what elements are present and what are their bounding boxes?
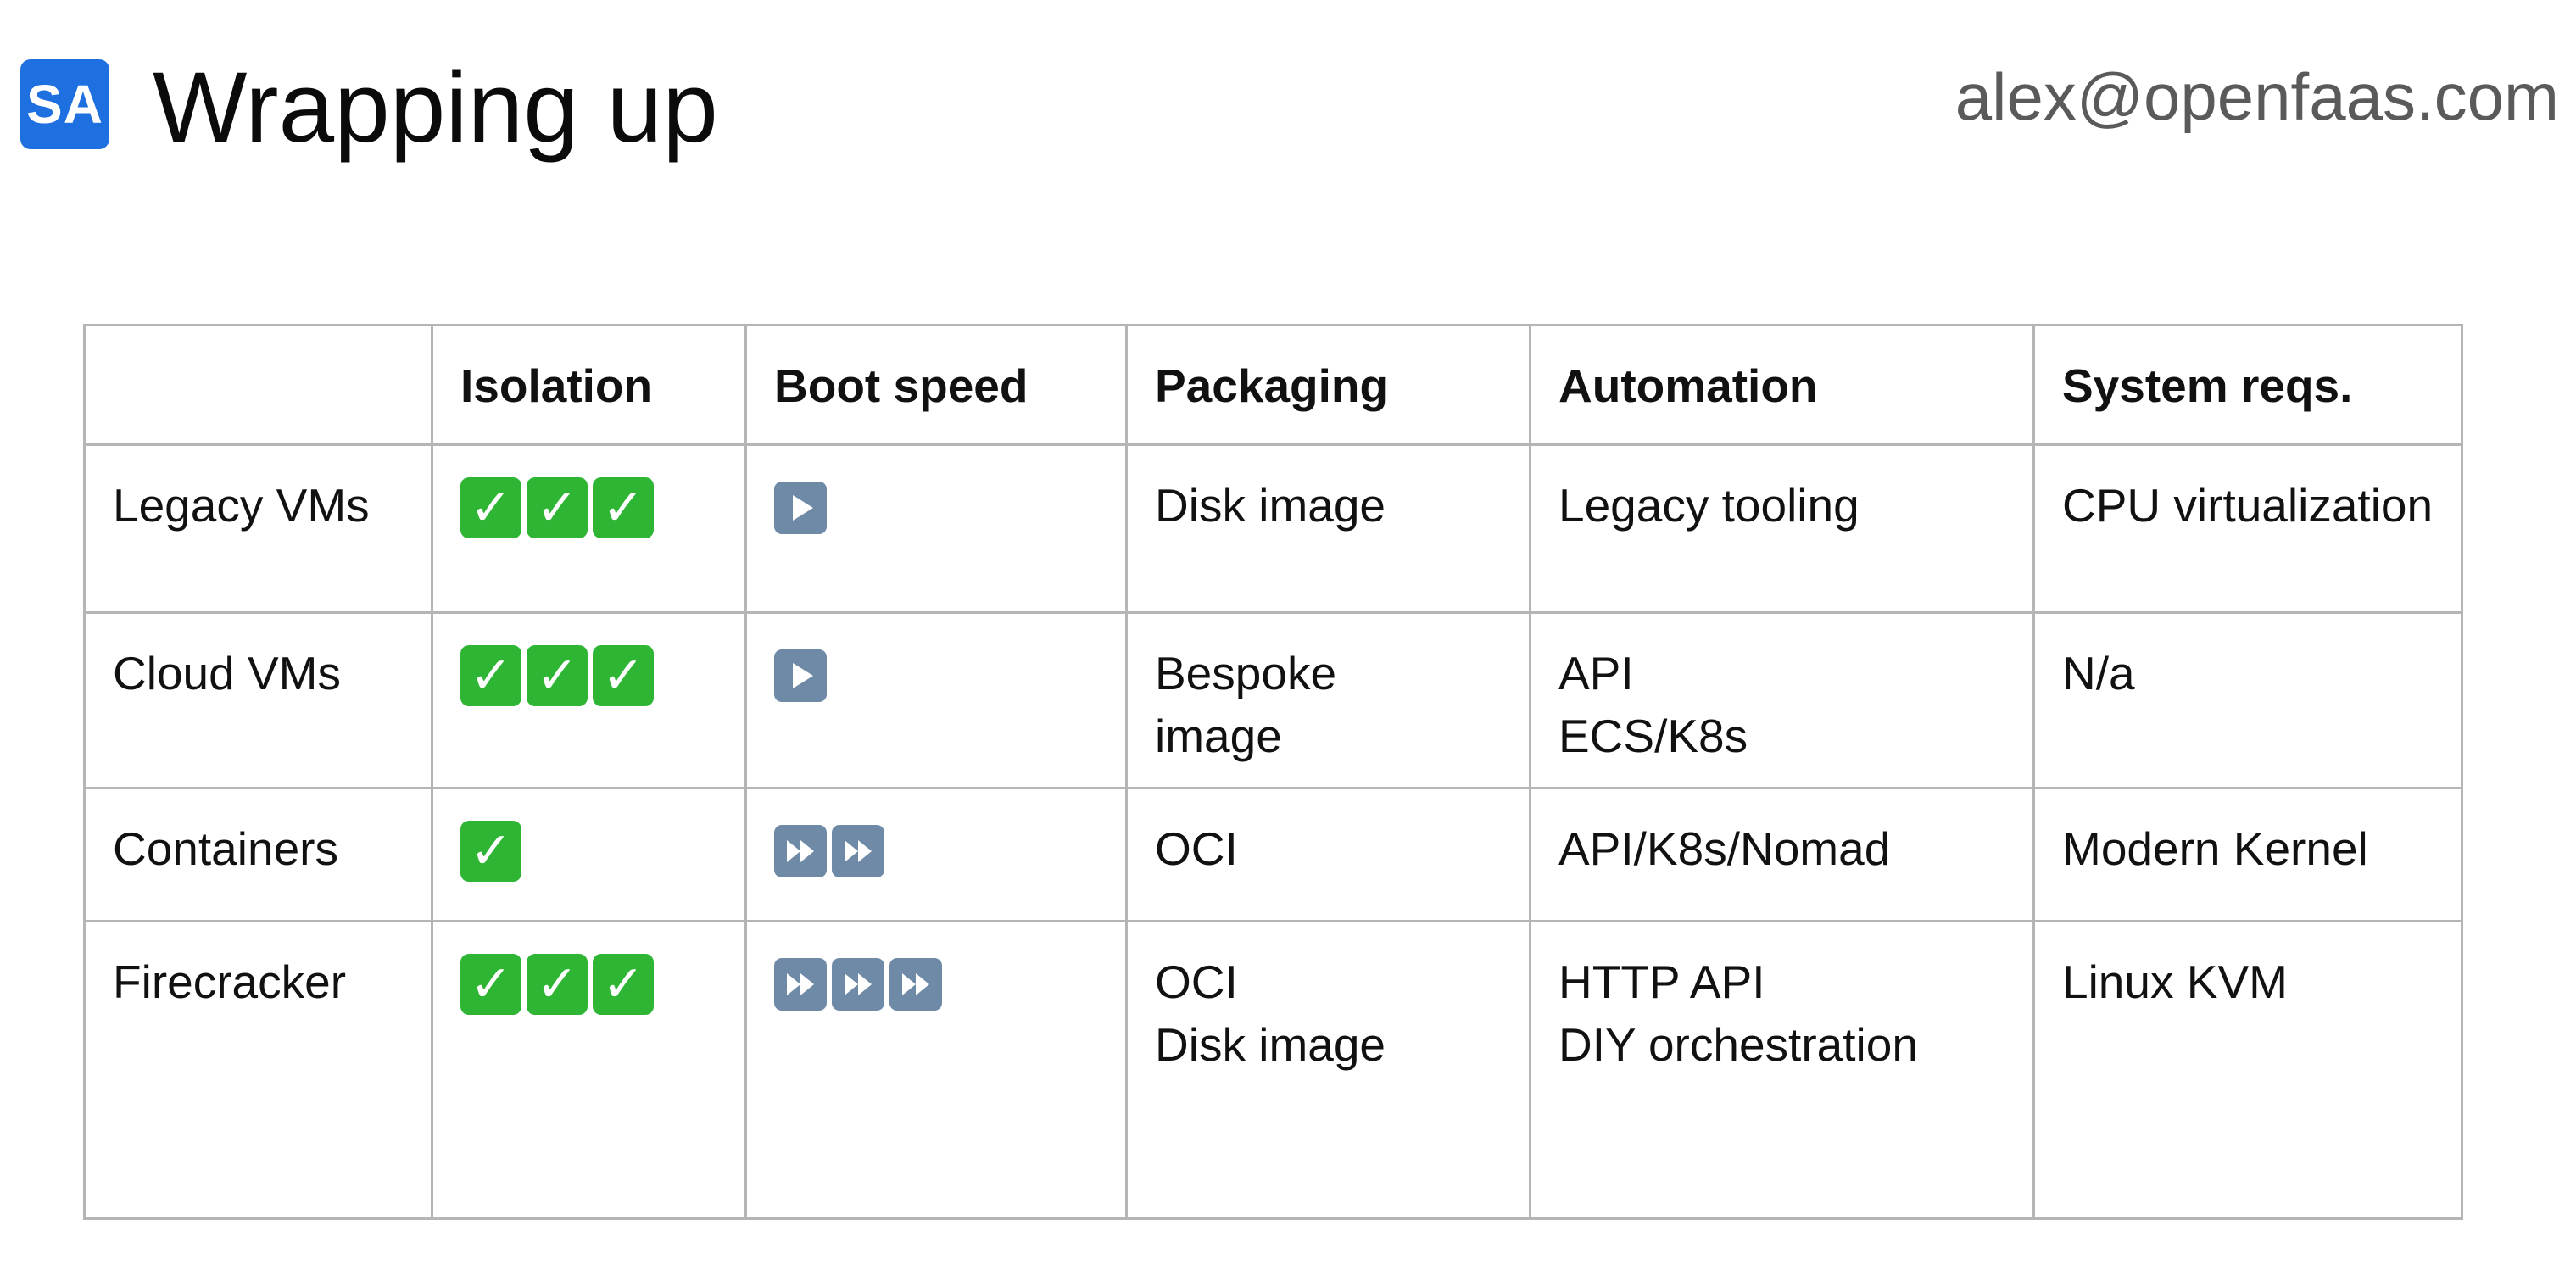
play-button-icon (774, 649, 827, 702)
fast-forward-icon (832, 825, 884, 878)
fast-forward-icon (832, 958, 884, 1011)
boot-speed-rating (774, 645, 1098, 702)
check-mark-icon: ✓ (527, 477, 588, 538)
system-reqs-cell: CPU virtualization (2032, 443, 2463, 614)
automation-cell: API ECS/K8s (1529, 611, 2035, 789)
isolation-cell: ✓ ✓ ✓ (431, 443, 747, 614)
header-cell-blank (83, 324, 433, 446)
header-cell-system-reqs: System reqs. (2032, 324, 2463, 446)
isolation-rating: ✓ (460, 821, 717, 882)
automation-cell: HTTP API DIY orchestration (1529, 920, 2035, 1220)
boot-speed-cell (744, 920, 1128, 1220)
check-mark-icon: ✓ (593, 645, 654, 706)
header-cell-packaging: Packaging (1125, 324, 1531, 446)
system-reqs-cell: N/a (2032, 611, 2463, 789)
system-reqs-line: CPU virtualization (2062, 479, 2434, 532)
isolation-cell: ✓ ✓ ✓ (431, 611, 747, 789)
system-reqs-line: Modern Kernel (2062, 822, 2368, 875)
check-mark-icon: ✓ (460, 954, 521, 1015)
check-mark-icon: ✓ (460, 477, 521, 538)
table-header-row: Isolation Boot speed Packaging Automatio… (83, 324, 2463, 446)
packaging-line: Disk image (1155, 1018, 1386, 1071)
fast-forward-icon (774, 958, 827, 1011)
automation-line: API/K8s/Nomad (1558, 822, 1891, 875)
packaging-line: image (1155, 710, 1282, 762)
automation-line: ECS/K8s (1558, 710, 1748, 762)
row-name-cell: Legacy VMs (83, 443, 433, 614)
packaging-cell: Disk image (1125, 443, 1531, 614)
contact-email: alex@openfaas.com (1954, 59, 2559, 134)
system-reqs-cell: Modern Kernel (2032, 787, 2463, 922)
boot-speed-cell (744, 787, 1128, 922)
row-name-cell: Containers (83, 787, 433, 922)
check-mark-icon: ✓ (593, 477, 654, 538)
packaging-line: Disk image (1155, 479, 1386, 532)
packaging-cell: OCI (1125, 787, 1531, 922)
automation-cell: Legacy tooling (1529, 443, 2035, 614)
header-cell-boot-speed: Boot speed (744, 324, 1128, 446)
boot-speed-cell (744, 443, 1128, 614)
table-row: Legacy VMs ✓ ✓ ✓ Disk image Legacy tooling… (83, 443, 2463, 614)
automation-line: API (1558, 647, 1634, 699)
isolation-rating: ✓ ✓ ✓ (460, 645, 717, 706)
boot-speed-rating (774, 954, 1098, 1011)
isolation-rating: ✓ ✓ ✓ (460, 954, 717, 1015)
automation-line: HTTP API (1558, 956, 1765, 1008)
isolation-cell: ✓ ✓ ✓ (431, 920, 747, 1220)
fast-forward-icon (774, 825, 827, 878)
check-mark-icon: ✓ (460, 821, 521, 882)
page-title: Wrapping up (153, 52, 718, 164)
logo: SA (20, 59, 109, 149)
system-reqs-line: Linux KVM (2062, 956, 2288, 1008)
check-mark-icon: ✓ (460, 645, 521, 706)
check-mark-icon: ✓ (593, 954, 654, 1015)
automation-cell: API/K8s/Nomad (1529, 787, 2035, 922)
boot-speed-rating (774, 477, 1098, 534)
packaging-line: OCI (1155, 822, 1238, 875)
automation-line: DIY orchestration (1558, 1018, 1918, 1071)
isolation-cell: ✓ (431, 787, 747, 922)
header-cell-isolation: Isolation (431, 324, 747, 446)
isolation-rating: ✓ ✓ ✓ (460, 477, 717, 538)
packaging-cell: Bespoke image (1125, 611, 1531, 789)
system-reqs-line: N/a (2062, 647, 2135, 699)
check-mark-icon: ✓ (527, 645, 588, 706)
fast-forward-icon (889, 958, 942, 1011)
row-name-cell: Cloud VMs (83, 611, 433, 789)
system-reqs-cell: Linux KVM (2032, 920, 2463, 1220)
table-row: Firecracker ✓ ✓ ✓ OCI Disk image HTTP API … (83, 920, 2463, 1220)
boot-speed-cell (744, 611, 1128, 789)
packaging-line: Bespoke (1155, 647, 1337, 699)
boot-speed-rating (774, 821, 1098, 878)
automation-line: Legacy tooling (1558, 479, 1860, 532)
play-button-icon (774, 482, 827, 534)
packaging-cell: OCI Disk image (1125, 920, 1531, 1220)
check-mark-icon: ✓ (527, 954, 588, 1015)
row-name-cell: Firecracker (83, 920, 433, 1220)
packaging-line: OCI (1155, 956, 1238, 1008)
header-cell-automation: Automation (1529, 324, 2035, 446)
table-row: Cloud VMs ✓ ✓ ✓ Bespoke image API ECS/K8s … (83, 611, 2463, 789)
table-row: Containers ✓ OCI API/K8s/Nomad Modern Ke… (83, 787, 2463, 922)
comparison-table: Isolation Boot speed Packaging Automatio… (83, 324, 2463, 1220)
